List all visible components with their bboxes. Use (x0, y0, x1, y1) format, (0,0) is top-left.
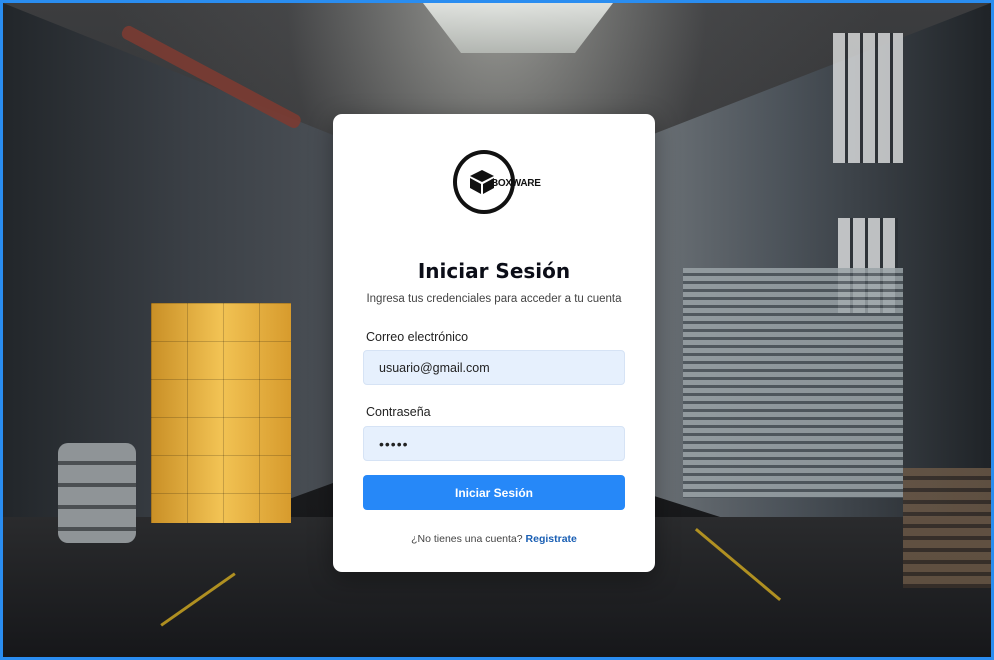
login-card: BOXWARE Iniciar Sesión Ingresa tus crede… (333, 114, 655, 572)
warehouse-skylight (423, 3, 613, 53)
register-link[interactable]: Registrate (526, 533, 577, 545)
page-title: Iniciar Sesión (417, 259, 571, 283)
email-label: Correo electrónico (366, 330, 469, 344)
warehouse-pallets (903, 468, 991, 588)
warehouse-window (833, 33, 903, 163)
password-field[interactable]: ••••• (363, 426, 625, 461)
password-label: Contraseña (366, 405, 431, 419)
warehouse-boxes (151, 303, 291, 523)
email-field[interactable]: usuario@gmail.com (363, 350, 625, 385)
warehouse-tires (58, 443, 136, 543)
brand-name: BOXWARE (491, 178, 541, 189)
warehouse-machines (683, 268, 903, 498)
register-prompt-text: ¿No tienes una cuenta? (411, 533, 523, 545)
register-prompt: ¿No tienes una cuenta? Registrate (333, 533, 655, 545)
page-subtitle: Ingresa tus credenciales para acceder a … (366, 293, 622, 305)
login-button[interactable]: Iniciar Sesión (363, 475, 625, 510)
